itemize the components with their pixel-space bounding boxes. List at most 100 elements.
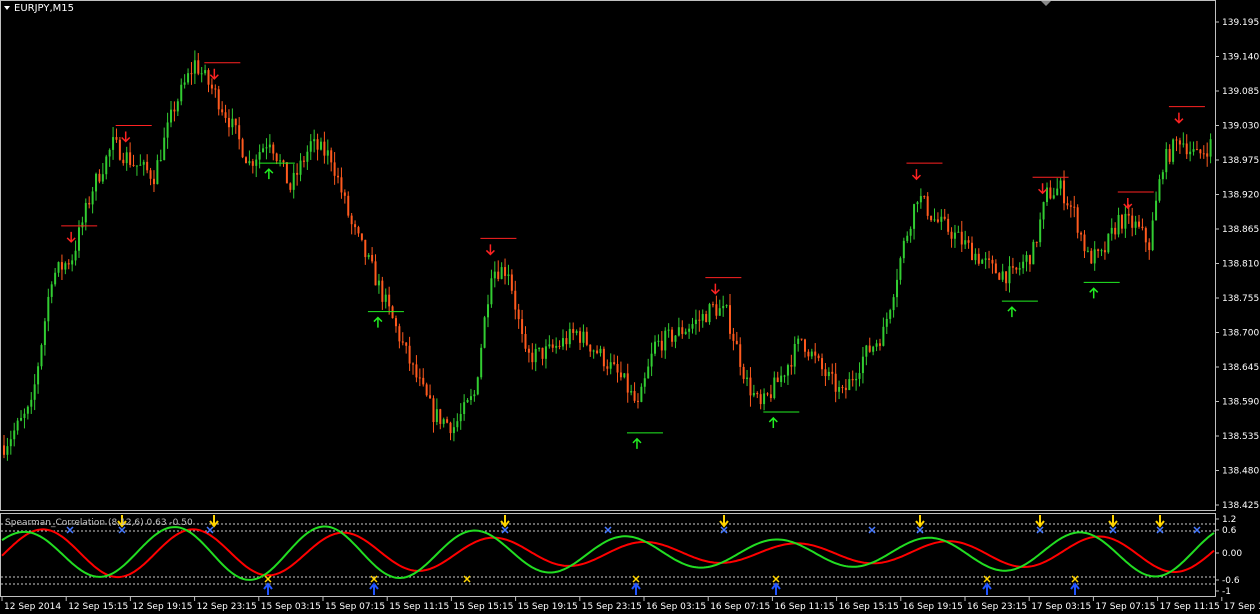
candle-body bbox=[1151, 220, 1154, 251]
candle-body bbox=[1039, 219, 1042, 243]
candle-body bbox=[572, 328, 575, 333]
candle-body bbox=[1093, 249, 1096, 264]
candle-body bbox=[255, 159, 258, 166]
candle-body bbox=[473, 394, 476, 397]
candle-body bbox=[1144, 228, 1147, 243]
candle-body bbox=[81, 222, 84, 228]
candle-body bbox=[412, 363, 415, 365]
time-tick-label: 17 Sep 15:15 bbox=[1224, 602, 1260, 612]
candle-body bbox=[108, 149, 111, 157]
candle-body bbox=[170, 109, 173, 123]
candle-body bbox=[786, 365, 789, 376]
time-tick-label: 16 Sep 03:15 bbox=[646, 602, 706, 612]
candle-body bbox=[521, 319, 524, 335]
time-tick-label: 12 Sep 15:15 bbox=[68, 602, 128, 612]
price-tick-label: 138.480 bbox=[1222, 467, 1259, 477]
candle-body bbox=[616, 364, 619, 373]
candle-body bbox=[650, 353, 653, 367]
candle-body bbox=[146, 161, 149, 171]
candle-body bbox=[122, 159, 125, 164]
candle-body bbox=[657, 340, 660, 342]
candle-body bbox=[599, 348, 602, 354]
candle-body bbox=[459, 414, 462, 422]
candle-body bbox=[756, 393, 759, 395]
candle-body bbox=[384, 294, 387, 302]
candle-body bbox=[248, 161, 251, 164]
candle-body bbox=[769, 394, 772, 399]
candle-body bbox=[418, 377, 421, 379]
candle-body bbox=[210, 84, 213, 89]
indicator-down-arrow-icon bbox=[209, 515, 219, 528]
sell-arrow-icon bbox=[710, 283, 720, 295]
candle-body bbox=[919, 196, 922, 203]
buy-arrow-icon bbox=[373, 316, 383, 328]
candle-body bbox=[398, 326, 401, 342]
candle-body bbox=[609, 362, 612, 369]
candle-body bbox=[166, 122, 169, 138]
candle-body bbox=[343, 192, 346, 196]
window-menu-icon[interactable] bbox=[4, 6, 10, 10]
candle-body bbox=[957, 231, 960, 233]
candle-body bbox=[217, 89, 220, 110]
candle-body bbox=[125, 152, 128, 164]
candle-body bbox=[258, 152, 261, 160]
candle-body bbox=[585, 331, 588, 345]
candle-body bbox=[1114, 227, 1117, 235]
candle-body bbox=[541, 347, 544, 359]
candle-body bbox=[514, 290, 517, 310]
candle-body bbox=[391, 306, 394, 319]
candle-body bbox=[606, 366, 609, 369]
candle-body bbox=[831, 371, 834, 374]
candle-body bbox=[340, 177, 343, 193]
candle-body bbox=[275, 153, 278, 161]
candle-body bbox=[285, 162, 288, 184]
candle-body bbox=[994, 263, 997, 274]
candle-body bbox=[1185, 143, 1188, 155]
candle-body bbox=[190, 73, 193, 75]
candle-body bbox=[909, 228, 912, 236]
candle-body bbox=[149, 170, 152, 179]
candle-body bbox=[1127, 213, 1130, 216]
candle-body bbox=[858, 373, 861, 379]
candle-body bbox=[1080, 232, 1083, 235]
candle-body bbox=[245, 157, 247, 164]
time-tick-label: 16 Sep 07:15 bbox=[710, 602, 770, 612]
indicator-up-arrow-icon bbox=[771, 582, 781, 595]
candle-body bbox=[684, 331, 687, 335]
candle-body bbox=[688, 328, 691, 332]
candle-body bbox=[152, 178, 155, 185]
candle-body bbox=[998, 273, 1001, 280]
candle-body bbox=[227, 117, 230, 128]
candle-body bbox=[432, 398, 435, 423]
candle-body bbox=[326, 150, 329, 156]
scroll-indicator-icon[interactable] bbox=[1041, 1, 1051, 6]
indicator-up-arrow-icon bbox=[1070, 582, 1080, 595]
time-tick-label: 17 Sep 07:15 bbox=[1095, 602, 1155, 612]
candle-body bbox=[844, 387, 847, 391]
candle-body bbox=[947, 218, 950, 232]
candle-body bbox=[30, 399, 33, 407]
candle-body bbox=[265, 147, 268, 149]
crossover-marker bbox=[264, 575, 272, 583]
candle-body bbox=[487, 304, 489, 318]
candle-body bbox=[47, 296, 50, 322]
candle-body bbox=[896, 279, 899, 298]
candle-body bbox=[742, 366, 745, 379]
candle-body bbox=[800, 338, 803, 340]
candle-body bbox=[524, 334, 527, 349]
candle-body bbox=[442, 419, 445, 424]
candle-body bbox=[132, 164, 135, 166]
candle-body bbox=[238, 125, 241, 140]
candle-body bbox=[1028, 255, 1031, 265]
price-tick-label: 138.645 bbox=[1222, 363, 1259, 373]
buy-arrow-icon bbox=[264, 168, 274, 180]
crossover-marker bbox=[604, 526, 612, 534]
candle-body bbox=[667, 329, 670, 331]
candle-body bbox=[613, 362, 616, 365]
price-tick-label: 139.030 bbox=[1222, 122, 1259, 132]
candle-body bbox=[882, 326, 885, 346]
candle-body bbox=[913, 204, 916, 229]
indicator-up-arrow-icon bbox=[982, 582, 992, 595]
candle-body bbox=[981, 259, 984, 264]
candle-body bbox=[449, 422, 452, 434]
